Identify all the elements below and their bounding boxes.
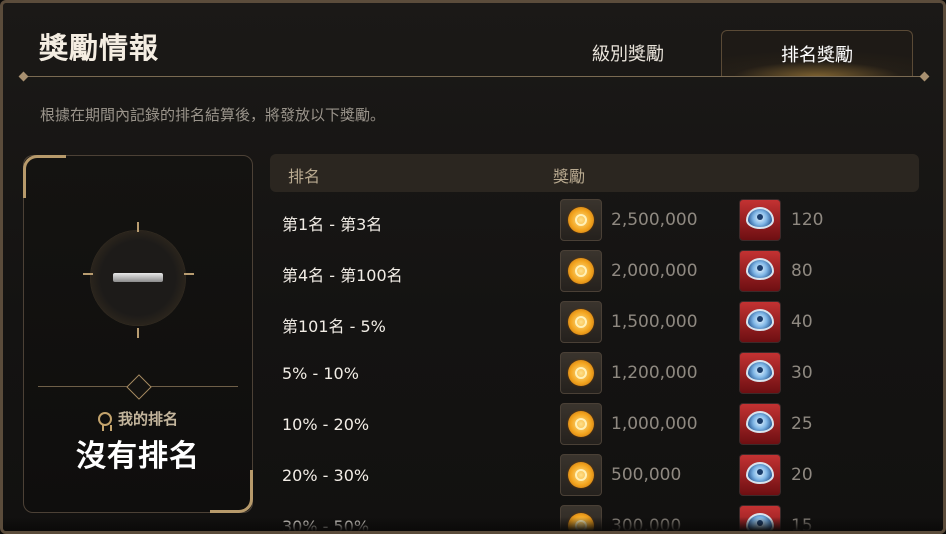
rank-range: 第101名 - 5% [282, 317, 386, 336]
description-text: 根據在期間內記錄的排名結算後，將發放以下獎勵。 [40, 106, 386, 124]
ornament-corner-top-left [23, 155, 66, 198]
gem-reward-slot[interactable] [739, 403, 781, 445]
gold-amount: 1,200,000 [611, 363, 698, 383]
medal-tick-right [184, 273, 194, 275]
gold-amount: 1,000,000 [611, 414, 698, 434]
gold-amount: 1,500,000 [611, 312, 698, 332]
gem-reward-slot[interactable] [739, 250, 781, 292]
gem-reward-slot[interactable] [739, 199, 781, 241]
gold-reward-slot[interactable] [560, 301, 602, 343]
gold-coin-icon [568, 360, 594, 386]
table-row: 10% - 20% 1,000,000 25 [270, 401, 919, 449]
gold-reward-slot[interactable] [560, 352, 602, 394]
header-divider [23, 76, 925, 77]
eye-crystal-icon [746, 462, 774, 484]
gem-amount: 25 [791, 414, 813, 434]
award-ribbon-icon [97, 411, 112, 431]
medal-tick-bottom [137, 328, 139, 338]
reward-table-header: 排名 獎勵 [270, 154, 919, 192]
eye-crystal-icon [746, 258, 774, 280]
table-row: 第4名 - 第100名 2,000,000 80 [270, 248, 919, 296]
eye-crystal-icon [746, 360, 774, 382]
column-header-rank: 排名 [288, 167, 321, 186]
table-row: 5% - 10% 1,200,000 30 [270, 350, 919, 398]
tab-level-reward[interactable]: 級別獎勵 [533, 30, 723, 76]
rank-range: 10% - 20% [282, 415, 370, 434]
gold-coin-icon [568, 207, 594, 233]
gem-amount: 40 [791, 312, 813, 332]
gem-reward-slot[interactable] [739, 301, 781, 343]
gold-coin-icon [568, 411, 594, 437]
gold-reward-slot[interactable] [560, 454, 602, 496]
gold-coin-icon [568, 258, 594, 284]
rank-range: 20% - 30% [282, 466, 370, 485]
ornament-corner-bottom-right [210, 470, 253, 513]
gem-amount: 120 [791, 210, 824, 230]
eye-crystal-icon [746, 309, 774, 331]
gem-reward-slot[interactable] [739, 454, 781, 496]
my-rank-label-row: 我的排名 [24, 408, 252, 431]
gold-amount: 2,500,000 [611, 210, 698, 230]
tab-rank-reward[interactable]: 排名獎勵 [721, 30, 913, 77]
table-row: 20% - 30% 500,000 20 [270, 452, 919, 500]
no-rank-dash-icon [113, 273, 163, 282]
gold-reward-slot[interactable] [560, 403, 602, 445]
eye-crystal-icon [746, 207, 774, 229]
my-rank-value: 沒有排名 [76, 439, 200, 474]
gem-reward-slot[interactable] [739, 352, 781, 394]
medal-tick-left [83, 273, 93, 275]
gold-coin-icon [568, 309, 594, 335]
medal-tick-top [137, 222, 139, 232]
scroll-fade [3, 517, 943, 531]
gold-coin-icon [568, 462, 594, 488]
divider-ornament-icon [126, 374, 152, 400]
rank-medal-icon [90, 230, 186, 326]
gold-amount: 2,000,000 [611, 261, 698, 281]
table-row: 第1名 - 第3名 2,500,000 120 [270, 197, 919, 245]
table-row: 第101名 - 5% 1,500,000 40 [270, 299, 919, 347]
window-title: 獎勵情報 [39, 31, 160, 65]
gem-amount: 80 [791, 261, 813, 281]
eye-crystal-icon [746, 411, 774, 433]
column-header-reward: 獎勵 [553, 167, 586, 186]
my-rank-card: 我的排名 沒有排名 [23, 155, 253, 513]
card-divider [38, 374, 238, 400]
rank-range: 第4名 - 第100名 [282, 266, 403, 285]
rank-reward-window: 獎勵情報 級別獎勵 排名獎勵 根據在期間內記錄的排名結算後，將發放以下獎勵。 我… [0, 0, 946, 534]
rank-range: 5% - 10% [282, 364, 359, 383]
my-rank-label: 我的排名 [117, 410, 178, 428]
rank-range: 第1名 - 第3名 [282, 215, 383, 234]
gem-amount: 20 [791, 465, 813, 485]
gold-amount: 500,000 [611, 465, 682, 485]
gold-reward-slot[interactable] [560, 250, 602, 292]
gold-reward-slot[interactable] [560, 199, 602, 241]
gem-amount: 30 [791, 363, 813, 383]
